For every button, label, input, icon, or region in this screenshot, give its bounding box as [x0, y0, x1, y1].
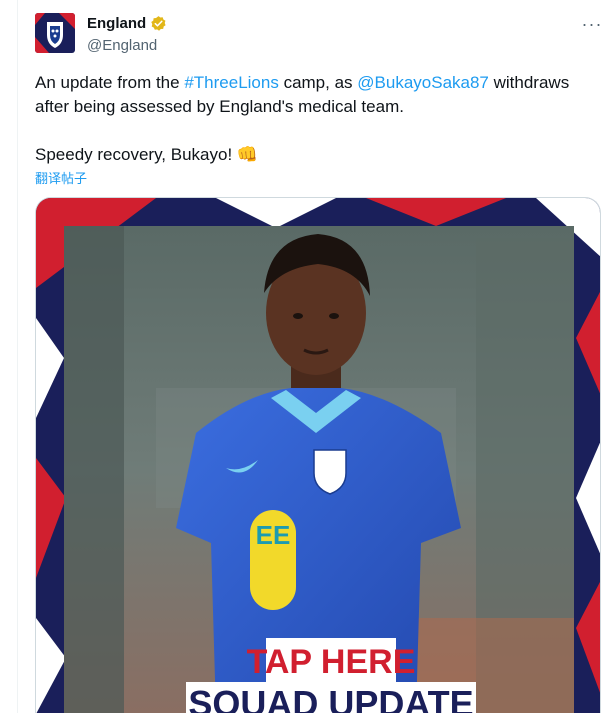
tweet-paragraph-2: Speedy recovery, Bukayo! 👊 — [35, 145, 259, 164]
tweet-text-middle: camp, as — [278, 73, 358, 92]
avatar[interactable] — [35, 13, 75, 53]
cta-squad-update: SQUAD UPDATE — [188, 683, 473, 713]
verified-badge-icon — [150, 15, 167, 32]
tweet-text-prefix: An update from the — [35, 73, 185, 92]
tweet[interactable]: England @England ··· An update from the … — [0, 0, 613, 713]
tweet-media-image[interactable]: EE TAP HERE SQUAD UPDATE — [35, 197, 601, 713]
author-name-row[interactable]: England — [87, 15, 167, 32]
more-icon: ··· — [581, 14, 603, 34]
handle[interactable]: @England — [87, 37, 157, 54]
hashtag-link[interactable]: #ThreeLions — [184, 73, 279, 92]
mention-link[interactable]: @BukayoSaka87 — [357, 73, 489, 92]
tweet-paragraph-1: An update from the #ThreeLions camp, as … — [35, 71, 600, 119]
cta-tap-here: TAP HERE — [247, 643, 416, 681]
sponsor-text-1: EE — [256, 520, 291, 550]
translate-post-link[interactable]: 翻译帖子 — [35, 168, 87, 187]
more-options-button[interactable]: ··· — [580, 12, 604, 36]
display-name[interactable]: England — [87, 15, 146, 32]
tweet-text: An update from the #ThreeLions camp, as … — [35, 71, 600, 167]
